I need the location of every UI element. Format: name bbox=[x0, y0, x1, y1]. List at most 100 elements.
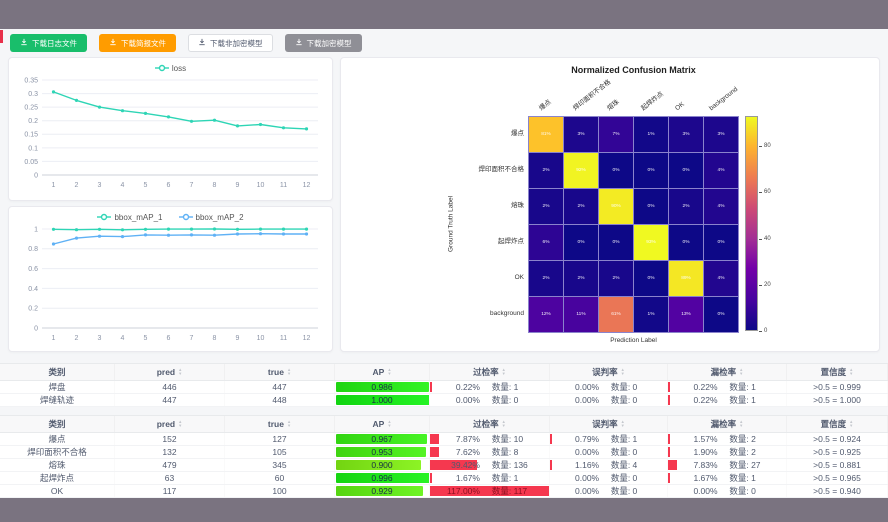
cell-ap: 1.000 bbox=[335, 394, 430, 406]
sort-icon[interactable]: ▲▼ bbox=[739, 420, 743, 427]
svg-text:2: 2 bbox=[74, 335, 78, 342]
cm-col-label: OK bbox=[673, 100, 686, 113]
cell-misscheck: 0.00%数量: 0 bbox=[668, 485, 787, 497]
col-header-label: 过检率 bbox=[473, 366, 499, 378]
sort-icon[interactable]: ▲▼ bbox=[502, 420, 506, 427]
cell-confidence: >0.5 = 0.940 bbox=[787, 485, 888, 497]
cell-overcheck: 7.62%数量: 8 bbox=[430, 446, 550, 458]
chart-legend: bbox_mAP_1 bbox_mAP_2 bbox=[9, 207, 332, 222]
col-header-true[interactable]: true▲▼ bbox=[225, 364, 335, 380]
cell-confidence: >0.5 = 0.999 bbox=[787, 381, 888, 393]
misscheck-pct: 1.57% bbox=[668, 433, 718, 445]
col-header-miss[interactable]: 漏检率▲▼ bbox=[668, 364, 787, 380]
download-brief-button[interactable]: 下载简报文件 bbox=[99, 34, 176, 52]
sort-icon[interactable]: ▲▼ bbox=[287, 368, 291, 375]
misjudge-count: 数量: 0 bbox=[611, 394, 637, 406]
col-header-label: true bbox=[268, 419, 284, 429]
cm-cell-r5c1: 11% bbox=[564, 297, 598, 332]
cm-cell-r3c4: 0% bbox=[669, 225, 703, 260]
overcheck-count: 数量: 10 bbox=[492, 433, 523, 445]
cm-cell-r4c5: 4% bbox=[704, 261, 738, 296]
download-encrypted-model-button[interactable]: 下载加密模型 bbox=[285, 34, 362, 52]
cm-col-label: 起焊炸点 bbox=[639, 90, 665, 113]
cm-cell-r0c0: 81% bbox=[529, 117, 563, 152]
sort-icon[interactable]: ▲▼ bbox=[178, 368, 182, 375]
cm-cell-r4c3: 0% bbox=[634, 261, 668, 296]
misjudge-pct: 0.00% bbox=[550, 381, 599, 393]
overcheck-pct: 7.62% bbox=[430, 446, 480, 458]
ap-value: 0.953 bbox=[335, 446, 429, 458]
colorbar-tick bbox=[759, 192, 762, 193]
legend-item-bbox_mAP_2[interactable]: bbox_mAP_2 bbox=[179, 213, 244, 222]
col-header-conf[interactable]: 置信度▲▼ bbox=[787, 416, 888, 432]
svg-text:1: 1 bbox=[51, 335, 55, 342]
sort-icon[interactable]: ▲▼ bbox=[178, 420, 182, 427]
sort-icon[interactable]: ▲▼ bbox=[621, 368, 625, 375]
col-header-mis[interactable]: 误判率▲▼ bbox=[550, 416, 668, 432]
sort-icon[interactable]: ▲▼ bbox=[387, 420, 391, 427]
tables-gap bbox=[0, 407, 888, 415]
sort-icon[interactable]: ▲▼ bbox=[739, 368, 743, 375]
download-plain-model-button[interactable]: 下载非加密模型 bbox=[188, 34, 273, 52]
table-row: 爆点1521270.9677.87%数量: 100.79%数量: 11.57%数… bbox=[0, 433, 888, 446]
cell-overcheck: 117.00%数量: 117 bbox=[430, 485, 550, 497]
cell-overcheck: 0.22%数量: 1 bbox=[430, 381, 550, 393]
ap-value: 0.996 bbox=[335, 472, 429, 484]
ap-value: 0.900 bbox=[335, 459, 429, 471]
col-header-ap[interactable]: AP▲▼ bbox=[335, 364, 430, 380]
cm-cell-r5c5: 0% bbox=[704, 297, 738, 332]
overcheck-pct: 7.87% bbox=[430, 433, 480, 445]
colorbar-tick bbox=[759, 285, 762, 286]
sort-icon[interactable]: ▲▼ bbox=[502, 368, 506, 375]
overcheck-pct: 39.42% bbox=[430, 459, 480, 471]
cell-label: 焊盘 bbox=[0, 381, 115, 393]
cm-cell-r5c3: 1% bbox=[634, 297, 668, 332]
col-header-miss[interactable]: 漏检率▲▼ bbox=[668, 416, 787, 432]
cm-cell-r1c1: 92% bbox=[564, 153, 598, 188]
col-header-true[interactable]: true▲▼ bbox=[225, 416, 335, 432]
sort-icon[interactable]: ▲▼ bbox=[287, 420, 291, 427]
col-header-mis[interactable]: 误判率▲▼ bbox=[550, 364, 668, 380]
cm-cell-r0c4: 3% bbox=[669, 117, 703, 152]
col-header-over[interactable]: 过检率▲▼ bbox=[430, 416, 550, 432]
cm-cell-r1c2: 0% bbox=[599, 153, 633, 188]
col-header-pred[interactable]: pred▲▼ bbox=[115, 416, 225, 432]
misjudge-count: 数量: 0 bbox=[611, 381, 637, 393]
colorbar-tick bbox=[759, 331, 762, 332]
colorbar-tick-label: 20 bbox=[764, 282, 771, 288]
col-header-conf[interactable]: 置信度▲▼ bbox=[787, 364, 888, 380]
colorbar-tick-label: 40 bbox=[764, 236, 771, 242]
legend-item-bbox_mAP_1[interactable]: bbox_mAP_1 bbox=[97, 213, 162, 222]
legend-label: bbox_mAP_1 bbox=[114, 213, 162, 222]
cm-cell-r4c4: 89% bbox=[669, 261, 703, 296]
cell-confidence: >0.5 = 0.924 bbox=[787, 433, 888, 445]
svg-text:6: 6 bbox=[166, 182, 170, 189]
legend-item-loss[interactable]: loss bbox=[155, 64, 186, 73]
download-icon bbox=[198, 38, 206, 48]
toolbar: 下载日志文件 下载简报文件下载非加密模型下载加密模型 bbox=[10, 34, 362, 52]
col-header-label: 误判率 bbox=[592, 418, 618, 430]
sort-icon[interactable]: ▲▼ bbox=[849, 368, 853, 375]
chart-plot: 00.20.40.60.81123456789101112 bbox=[9, 222, 332, 344]
col-header-over[interactable]: 过检率▲▼ bbox=[430, 364, 550, 380]
cell-ap: 0.953 bbox=[335, 446, 430, 458]
sort-icon[interactable]: ▲▼ bbox=[621, 420, 625, 427]
cm-cell-r5c0: 12% bbox=[529, 297, 563, 332]
col-header-ap[interactable]: AP▲▼ bbox=[335, 416, 430, 432]
overcheck-count: 数量: 0 bbox=[492, 394, 518, 406]
col-header-pred[interactable]: pred▲▼ bbox=[115, 364, 225, 380]
cell-pred: 479 bbox=[115, 459, 225, 471]
overcheck-pct: 1.67% bbox=[430, 472, 480, 484]
button-label: 下载日志文件 bbox=[32, 38, 77, 49]
sort-icon[interactable]: ▲▼ bbox=[849, 420, 853, 427]
cm-cell-r3c3: 93% bbox=[634, 225, 668, 260]
download-log-button[interactable]: 下载日志文件 bbox=[10, 34, 87, 52]
svg-text:4: 4 bbox=[120, 335, 124, 342]
cell-misscheck: 0.22%数量: 1 bbox=[668, 394, 787, 406]
cm-cell-r2c1: 2% bbox=[564, 189, 598, 224]
cell-misscheck: 0.22%数量: 1 bbox=[668, 381, 787, 393]
legend-label: bbox_mAP_2 bbox=[196, 213, 244, 222]
cell-ap: 0.929 bbox=[335, 485, 430, 497]
cell-misjudge: 0.00% 数量: 0 bbox=[550, 381, 668, 393]
sort-icon[interactable]: ▲▼ bbox=[387, 368, 391, 375]
